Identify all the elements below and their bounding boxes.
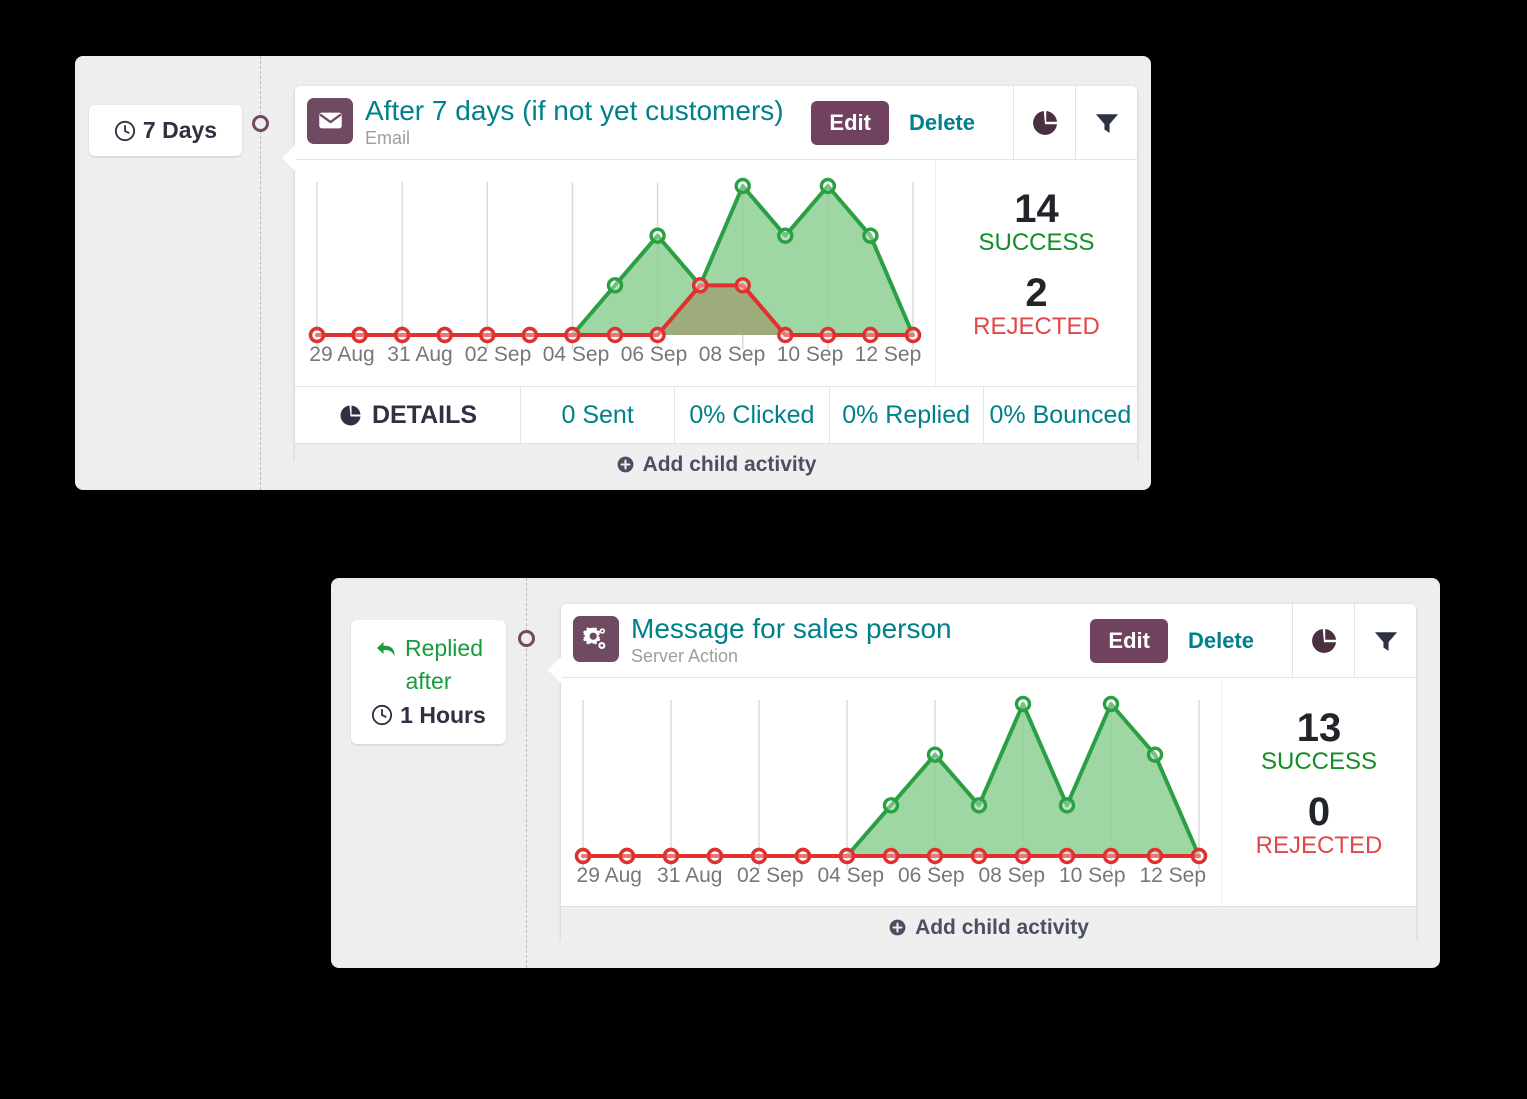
x-axis-tick: 04 Sep (542, 343, 610, 366)
x-axis-tick: 04 Sep (817, 864, 885, 887)
workflow-step-email: 7 Days After 7 days (if not yet customer… (75, 56, 1151, 490)
envelope-icon (307, 97, 353, 144)
x-axis-tick: 10 Sep (1058, 864, 1126, 887)
success-label: SUCCESS (978, 228, 1095, 256)
x-axis-tick: 29 Aug (576, 864, 642, 887)
connector-node (252, 115, 269, 132)
delete-button[interactable]: Delete (1168, 628, 1268, 654)
card-body: 29 Aug 31 Aug 02 Sep 04 Sep 06 Sep 08 Sep 10 S… (295, 160, 1137, 386)
trigger-label-line1: Replied (405, 635, 483, 661)
activity-card-email: After 7 days (if not yet customers) Emai… (282, 86, 1137, 485)
x-axis-tick: 12 Sep (854, 343, 922, 366)
trigger-label-line2: after (405, 668, 452, 695)
connector-node (518, 630, 535, 647)
workflow-step-server-action: Replied after 1 Hours Message for sales … (331, 578, 1440, 968)
edit-button[interactable]: Edit (1090, 618, 1168, 663)
clock-icon (114, 120, 136, 142)
metric-sent[interactable]: 0 Sent (520, 387, 674, 443)
activity-chart: 29 Aug 31 Aug 02 Sep 04 Sep 06 Sep 08 Sep 10 S… (295, 160, 935, 386)
card-header: Message for sales person Server Action E… (561, 604, 1416, 678)
activity-card-server-action: Message for sales person Server Action E… (548, 604, 1416, 948)
chart-x-axis: 29 Aug 31 Aug 02 Sep 04 Sep 06 Sep 08 Sep 10 S… (303, 343, 927, 367)
chart-canvas (308, 177, 922, 349)
pie-chart-icon[interactable] (1292, 604, 1354, 677)
page-title: Message for sales person (631, 612, 952, 644)
pie-chart-icon (338, 403, 363, 428)
filter-icon[interactable] (1075, 86, 1137, 159)
chart-x-axis: 29 Aug 31 Aug 02 Sep 04 Sep 06 Sep 08 Sep 10 S… (569, 864, 1213, 888)
plus-circle-icon (888, 918, 907, 937)
delete-button[interactable]: Delete (889, 110, 989, 136)
trigger-label-line3: 1 Hours (400, 701, 486, 728)
activity-chart: 29 Aug 31 Aug 02 Sep 04 Sep 06 Sep 08 Sep 10 S… (561, 678, 1221, 906)
metrics-row: DETAILS 0 Sent 0% Clicked 0% Replied 0% … (295, 386, 1137, 443)
summary-stats: 13 SUCCESS 0 REJECTED (1221, 678, 1416, 906)
add-child-activity-label: Add child activity (642, 452, 817, 476)
x-axis-tick: 08 Sep (698, 343, 766, 366)
filter-icon[interactable] (1354, 604, 1416, 677)
x-axis-tick: 02 Sep (736, 864, 804, 887)
reply-icon (374, 637, 398, 661)
success-label: SUCCESS (1260, 747, 1378, 775)
card-pointer (548, 656, 562, 684)
details-button[interactable]: DETAILS (295, 387, 520, 443)
rejected-label: REJECTED (973, 313, 1100, 340)
x-axis-tick: 12 Sep (1139, 864, 1207, 887)
summary-stats: 14 SUCCESS 2 REJECTED (935, 160, 1137, 386)
card-body: 29 Aug 31 Aug 02 Sep 04 Sep 06 Sep 08 Sep 10 S… (561, 678, 1416, 906)
trigger-chip-7-days[interactable]: 7 Days (89, 105, 242, 157)
add-child-activity-button[interactable]: Add child activity (561, 906, 1416, 948)
card-subtitle: Email (365, 127, 411, 148)
cogs-icon (573, 615, 619, 662)
x-axis-tick: 29 Aug (309, 343, 375, 366)
metric-replied[interactable]: 0% Replied (828, 387, 983, 443)
pie-chart-icon[interactable] (1013, 86, 1075, 159)
x-axis-tick: 06 Sep (620, 343, 688, 366)
x-axis-tick: 02 Sep (464, 343, 532, 366)
edit-button[interactable]: Edit (811, 100, 889, 145)
workflow-canvas: 7 Days After 7 days (if not yet customer… (0, 0, 1527, 1099)
clock-icon (371, 704, 393, 726)
rejected-count: 2 (1025, 271, 1048, 315)
add-child-activity-label: Add child activity (915, 915, 1089, 939)
card-subtitle: Server Action (631, 645, 739, 666)
rejected-label: REJECTED (1255, 832, 1383, 859)
page-title: After 7 days (if not yet customers) (365, 94, 784, 126)
trigger-chip-replied-after[interactable]: Replied after 1 Hours (351, 620, 506, 745)
success-count: 14 (1014, 186, 1059, 231)
metric-clicked[interactable]: 0% Clicked (674, 387, 828, 443)
trigger-label: 7 Days (142, 117, 218, 143)
x-axis-tick: 31 Aug (387, 343, 453, 366)
x-axis-tick: 10 Sep (776, 343, 844, 366)
card-header: After 7 days (if not yet customers) Emai… (295, 86, 1137, 160)
plus-circle-icon (616, 455, 635, 474)
chart-canvas (574, 695, 1208, 870)
success-count: 13 (1296, 705, 1342, 750)
details-label: DETAILS (371, 400, 478, 429)
x-axis-tick: 06 Sep (897, 864, 965, 887)
x-axis-tick: 31 Aug (657, 864, 723, 887)
x-axis-tick: 08 Sep (978, 864, 1046, 887)
card-pointer (282, 144, 296, 172)
add-child-activity-button[interactable]: Add child activity (295, 443, 1137, 485)
rejected-count: 0 (1307, 790, 1331, 834)
metric-bounced[interactable]: 0% Bounced (982, 387, 1137, 443)
